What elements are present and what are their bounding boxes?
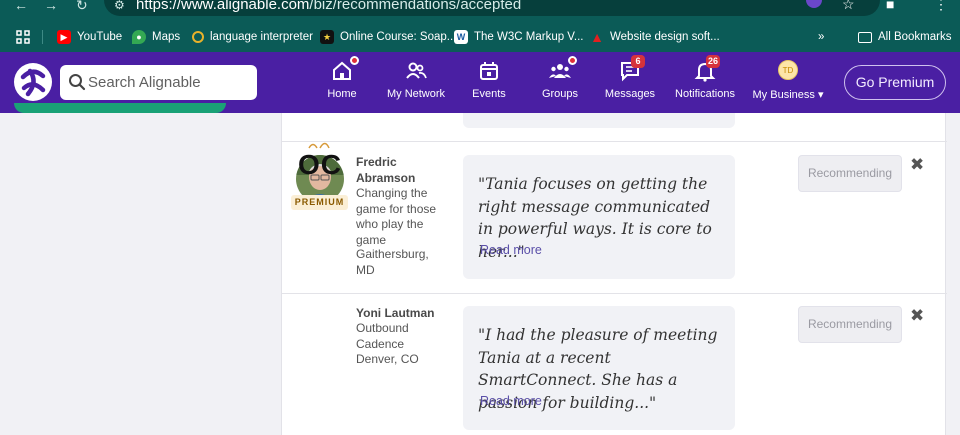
nav-my-business[interactable]: TD My Business ▾: [750, 60, 826, 108]
previous-quote-box: [463, 113, 735, 128]
alignable-logo[interactable]: [14, 63, 52, 101]
avatar: TD: [778, 60, 798, 80]
folder-icon: [858, 31, 872, 43]
sidebar-button-edge[interactable]: [14, 103, 226, 113]
premium-badge: PREMIUM: [291, 195, 348, 210]
calendar-icon: [478, 60, 500, 82]
row-divider: [282, 141, 947, 142]
recommender-name[interactable]: Yoni Lautman: [356, 305, 446, 321]
nav-notifications[interactable]: 26 Notifications: [674, 55, 736, 108]
home-alert-dot: [350, 56, 359, 65]
go-premium-button[interactable]: Go Premium: [844, 65, 946, 100]
browser-toolbar: ← → ↻ ⚙ https://www.alignable.com/biz/re…: [0, 0, 960, 22]
recommender-description: Changing the game for those who play the…: [356, 186, 437, 247]
bookmark-language-interpreter[interactable]: language interpreter: [192, 29, 313, 45]
recommendation-quote-box: "I had the pleasure of meeting Tania at …: [463, 306, 735, 430]
bookmark-youtube[interactable]: ▶ YouTube: [57, 29, 122, 45]
close-icon[interactable]: ✖: [910, 155, 924, 175]
course-icon: ★: [320, 30, 334, 44]
bookmark-website-design[interactable]: ▲ Website design soft...: [590, 29, 720, 45]
close-icon[interactable]: ✖: [910, 306, 924, 326]
maps-pin-icon: ●: [132, 30, 146, 44]
site-info-icon[interactable]: ⚙: [114, 0, 125, 12]
bookmarks-bar: ▶ YouTube ● Maps language interpreter ★ …: [0, 22, 960, 52]
search-input[interactable]: [88, 65, 253, 100]
warning-triangle-icon: ▲: [590, 29, 604, 45]
groups-alert-dot: [568, 56, 577, 65]
groups-icon: [549, 56, 577, 82]
company-logo[interactable]: OC: [296, 139, 342, 180]
url-text[interactable]: https://www.alignable.com/biz/recommenda…: [136, 0, 521, 13]
people-icon: [405, 60, 427, 82]
read-more-link[interactable]: Read more: [480, 243, 542, 257]
recommendation-quote-box: "Tania focuses on getting the right mess…: [463, 155, 735, 279]
notifications-count-badge: 26: [706, 55, 721, 68]
more-bookmarks-icon[interactable]: »: [818, 29, 824, 45]
menu-icon[interactable]: ⋮: [934, 0, 948, 13]
nav-events[interactable]: Events: [472, 60, 506, 108]
bookmark-online-course[interactable]: ★ Online Course: Soap...: [320, 29, 456, 45]
reload-icon[interactable]: ↻: [76, 0, 88, 14]
nav-my-network[interactable]: My Network: [386, 60, 446, 108]
w3c-icon: W: [454, 30, 468, 44]
bell-icon: 26: [694, 55, 721, 82]
recommender-location: Gaithersburg, MD: [356, 247, 429, 277]
recommender-location: Denver, CO: [356, 352, 419, 366]
recommending-button[interactable]: Recommending: [798, 155, 902, 192]
message-icon: 6: [619, 55, 645, 82]
home-icon: [331, 56, 359, 82]
forward-icon[interactable]: →: [44, 0, 58, 14]
search-box[interactable]: [60, 65, 257, 100]
youtube-icon: ▶: [57, 30, 71, 44]
apps-icon[interactable]: [16, 29, 30, 45]
recommendations-list: PREMIUM Fredric Abramson Changing the ga…: [281, 113, 947, 435]
company-logo-text: OC: [298, 149, 342, 180]
extensions-icon[interactable]: ■: [886, 0, 894, 12]
bookmark-w3c[interactable]: W The W3C Markup V...: [454, 29, 584, 45]
search-icon: [69, 74, 86, 91]
nav-groups[interactable]: Groups: [541, 56, 579, 108]
chevron-down-icon: ▾: [817, 89, 824, 101]
recommender-description: Outbound Cadence: [356, 321, 409, 351]
recommender-name[interactable]: Fredric Abramson: [356, 154, 446, 186]
interpreter-icon: [192, 31, 204, 43]
bookmark-maps[interactable]: ● Maps: [132, 29, 180, 45]
bookmarks-separator: [42, 30, 43, 44]
nav-messages[interactable]: 6 Messages: [604, 55, 656, 108]
recommending-button[interactable]: Recommending: [798, 306, 902, 343]
read-more-link[interactable]: Read more: [480, 394, 542, 408]
back-icon[interactable]: ←: [14, 0, 28, 14]
star-icon[interactable]: ☆: [842, 0, 855, 13]
row-divider: [282, 293, 947, 294]
nav-home[interactable]: Home: [327, 56, 359, 108]
messages-count-badge: 6: [631, 55, 645, 68]
all-bookmarks[interactable]: All Bookmarks: [858, 29, 952, 45]
